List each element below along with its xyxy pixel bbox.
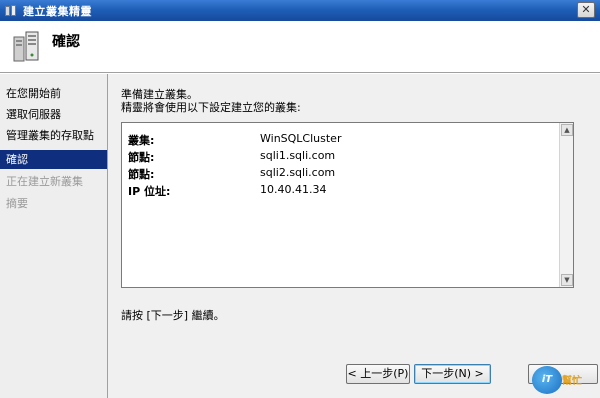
wizard-steps-nav: 在您開始前 選取伺服器 管理叢集的存取點 確認 正在建立新叢集 摘要 [0,74,108,398]
server-cluster-icon [13,31,39,62]
nav-step-access-point[interactable]: 管理叢集的存取點 [0,126,107,145]
scroll-up-arrow-icon[interactable]: ▲ [561,124,573,136]
nav-step-select-servers[interactable]: 選取伺服器 [0,105,107,124]
close-button[interactable]: ✕ [577,2,595,18]
wizard-header: 確認 [0,21,600,73]
logo-text: 幫忙 [562,376,582,387]
detail-key: 叢集: [128,134,155,147]
detail-row: 節點: sqli1.sqli.com [128,149,548,165]
next-button[interactable]: 下一步(N) > [414,364,491,384]
title-bar: 建立叢集精靈 ✕ [0,0,600,21]
settings-listbox[interactable]: 叢集: WinSQLCluster 節點: sqli1.sqli.com 節點:… [121,122,574,288]
detail-key: IP 位址: [128,185,171,198]
window-title: 建立叢集精靈 [23,4,92,18]
vertical-scrollbar[interactable]: ▲ ▼ [559,123,573,287]
back-button[interactable]: < 上一步(P) [346,364,410,384]
nav-step-creating-cluster: 正在建立新叢集 [6,175,83,188]
detail-value: 10.40.41.34 [260,183,327,196]
detail-key: 節點: [128,168,155,181]
detail-row: IP 位址: 10.40.41.34 [128,183,548,199]
detail-row: 節點: sqli2.sqli.com [128,166,548,182]
settings-intro-text: 精靈將會使用以下設定建立您的叢集: [121,101,301,114]
nav-step-summary: 摘要 [6,197,28,210]
detail-value: sqli2.sqli.com [260,166,336,179]
detail-key: 節點: [128,151,155,164]
detail-value: sqli1.sqli.com [260,149,336,162]
nav-step-before-you-begin[interactable]: 在您開始前 [0,84,107,103]
main-panel: 準備建立叢集。 精靈將會使用以下設定建立您的叢集: 叢集: WinSQLClus… [108,74,600,398]
nav-step-confirmation[interactable]: 確認 [0,150,107,169]
detail-row: 叢集: WinSQLCluster [128,132,548,148]
scroll-down-arrow-icon[interactable]: ▼ [561,274,573,286]
logo-mark: iT [532,366,562,394]
detail-value: WinSQLCluster [260,132,342,145]
watermark-logo: iT 幫忙 [532,366,594,394]
cluster-wizard-icon [4,4,18,18]
page-heading: 確認 [52,34,80,50]
continue-instruction: 請按 [下一步] 繼續。 [121,309,225,322]
